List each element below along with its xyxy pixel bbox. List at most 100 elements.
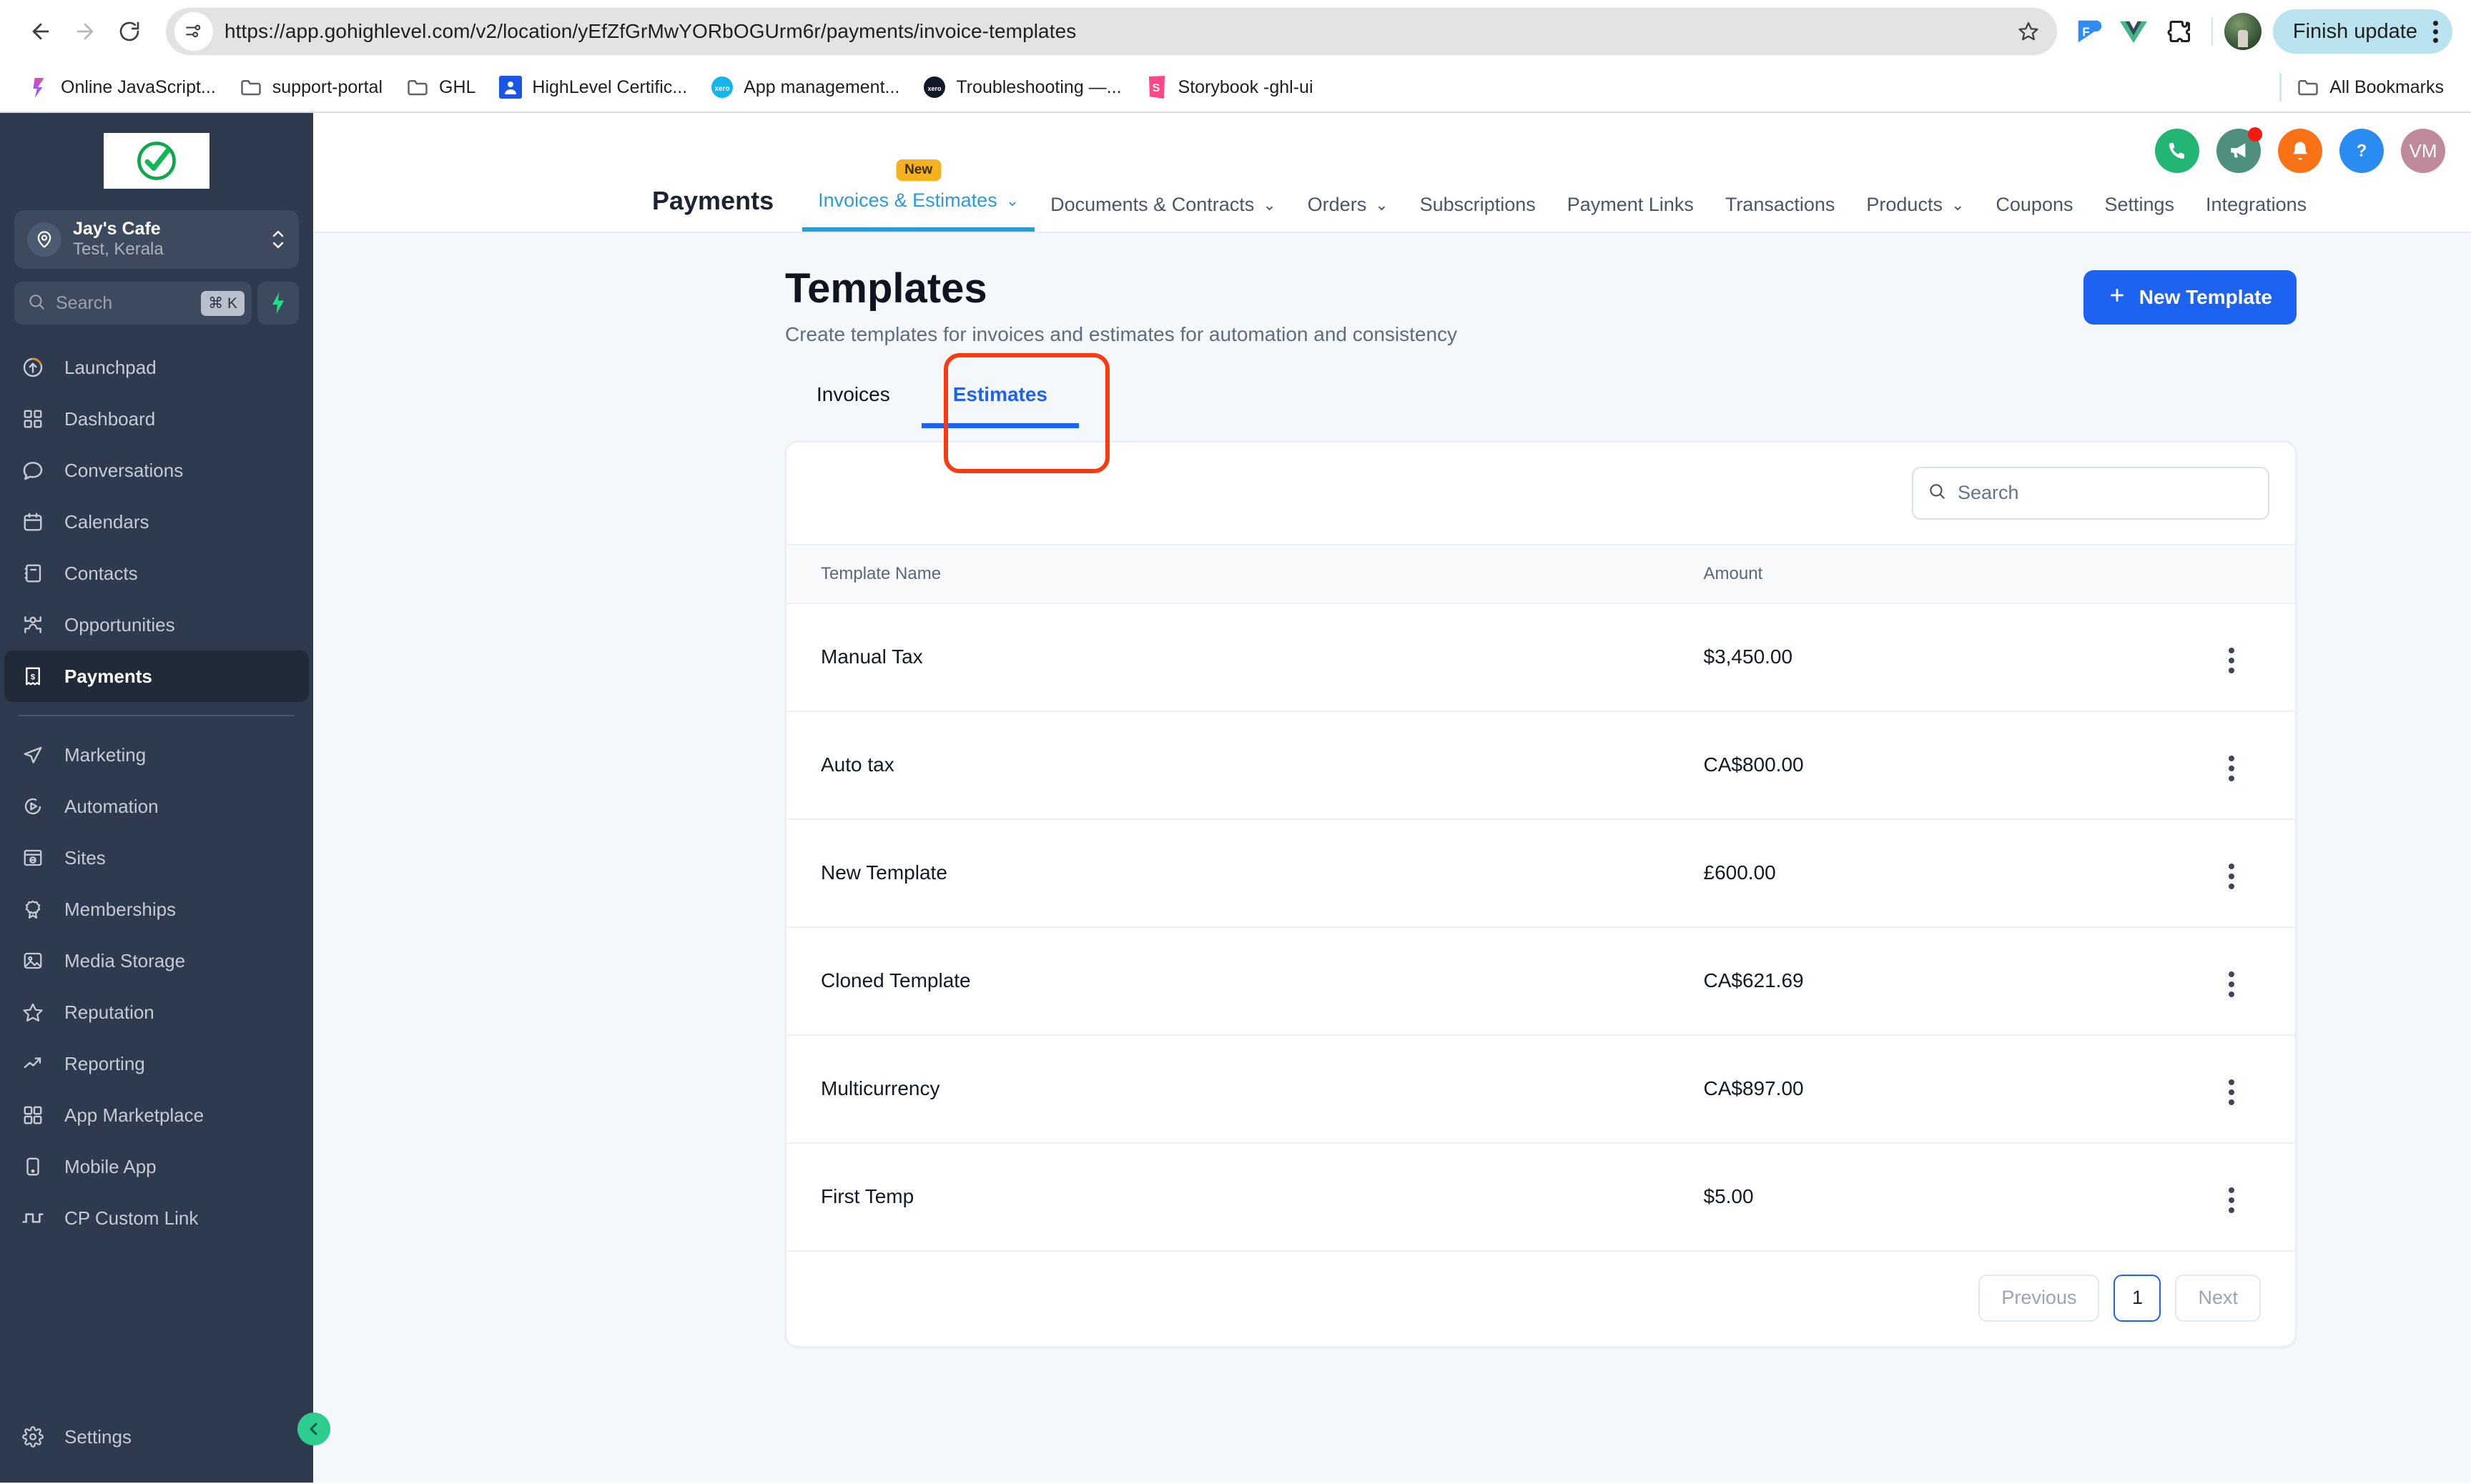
cell-amount: $5.00 [1703,1185,1754,1208]
folder-icon [405,75,430,99]
tab-coupons[interactable]: Coupons [1980,194,2088,232]
tab-integrations[interactable]: Integrations [2190,194,2322,232]
tab-subscriptions[interactable]: Subscriptions [1404,194,1552,232]
search-input[interactable]: Search ⌘ K [14,282,252,325]
address-bar[interactable]: https://app.gohighlevel.com/v2/location/… [166,8,2057,55]
tab-payment-links[interactable]: Payment Links [1552,194,1710,232]
cell-actions [2202,926,2295,1036]
logo-wrap [0,113,313,203]
reload-icon[interactable] [107,9,152,54]
finish-update-button[interactable]: Finish update [2272,9,2452,54]
avatar[interactable] [2224,13,2262,50]
tab-estimates[interactable]: Estimates [921,383,1080,428]
pagination: Previous 1 Next [786,1250,2295,1346]
table-row[interactable]: Auto tax CA$800.00 [786,711,2295,820]
sidebar-item-label: App Marketplace [64,1104,204,1126]
forward-arrow-icon[interactable] [63,9,107,54]
tab-label: Payment Links [1567,194,1694,215]
sidebar-item-cp-custom-link[interactable]: CP Custom Link [0,1192,313,1244]
location-switcher[interactable]: Jay's Cafe Test, Kerala [14,210,299,269]
browser-window-icon [19,844,47,872]
sidebar-item-settings[interactable]: Settings [0,1411,313,1463]
bookmark-label: HighLevel Certific... [532,76,688,97]
kebab-menu-icon[interactable] [2223,642,2240,679]
all-bookmarks-area: All Bookmarks [2279,69,2455,105]
tab-orders[interactable]: Orders ⌄ [1292,194,1404,232]
search-icon [27,292,46,315]
svg-text:xero: xero [715,85,730,93]
chrome-menu-icon[interactable] [2427,20,2444,43]
sidebar-item-media-storage[interactable]: Media Storage [0,935,313,986]
sidebar-item-reporting[interactable]: Reporting [0,1038,313,1089]
table-row[interactable]: Manual Tax $3,450.00 [786,603,2295,712]
tab-transactions[interactable]: Transactions [1710,194,1851,232]
sidebar-item-contacts[interactable]: Contacts [0,548,313,599]
kebab-menu-icon[interactable] [2223,1074,2240,1111]
bookmark-item[interactable]: xero App management... [699,69,911,105]
bookmark-item[interactable]: GHL [394,69,487,105]
tab-label: Orders [1307,194,1367,215]
sidebar-item-app-marketplace[interactable]: App Marketplace [0,1089,313,1141]
cell-amount: £600.00 [1703,818,2202,928]
sidebar-item-automation[interactable]: Automation [0,781,313,832]
tab-products[interactable]: Products ⌄ [1850,194,1980,232]
tab-invoices[interactable]: Invoices [785,383,922,428]
table-row[interactable]: Cloned Template CA$621.69 [786,926,2295,1036]
previous-page-button[interactable]: Previous [1978,1274,2100,1322]
chevron-left-icon[interactable] [297,1413,330,1445]
cell-amount: CA$897.00 [1703,1034,2202,1144]
green-check-circle-logo[interactable] [104,133,209,189]
star-icon [19,998,47,1027]
tab-invoices-estimates[interactable]: New Invoices & Estimates ⌄ [802,159,1035,232]
custom-link-icon [19,1204,47,1232]
sidebar-item-calendars[interactable]: Calendars [0,496,313,548]
sidebar-item-marketing[interactable]: Marketing [0,729,313,781]
extensions-puzzle-icon[interactable] [2159,11,2200,52]
paper-plane-icon [19,741,47,769]
table-row[interactable]: Multicurrency CA$897.00 [786,1034,2295,1144]
figma-extension-icon[interactable]: F [2067,11,2109,52]
bookmark-item[interactable]: xero Troubleshooting —... [911,69,1133,105]
bookmark-item[interactable]: Online JavaScript... [16,69,227,105]
tab-label: Transactions [1725,194,1835,215]
sidebar-item-label: Launchpad [64,356,157,378]
tab-label: Invoices & Estimates [818,189,997,211]
bookmark-item[interactable]: S Storybook -ghl-ui [1133,69,1325,105]
bookmark-star-icon[interactable] [2010,13,2047,50]
lightning-bolt-icon[interactable] [257,282,299,325]
bookmark-item[interactable]: HighLevel Certific... [487,69,699,105]
next-page-button[interactable]: Next [2175,1274,2261,1322]
sidebar-item-mobile-app[interactable]: Mobile App [0,1141,313,1192]
vue-devtools-icon[interactable] [2113,11,2154,52]
sidebar-item-label: Reporting [64,1052,145,1074]
templates-card: Search Template Name Amount Manual Tax $… [785,440,2297,1347]
cell-actions [2202,818,2295,928]
table-body: Manual Tax $3,450.00 Auto tax CA$800.00 [786,603,2295,1250]
table-search-input[interactable]: Search [1912,466,2269,520]
all-bookmarks-button[interactable]: All Bookmarks [2296,69,2455,105]
site-settings-icon[interactable] [174,12,213,51]
sidebar-item-memberships[interactable]: Memberships [0,884,313,935]
new-template-label: New Template [2139,286,2272,308]
bookmark-item[interactable]: support-portal [227,69,394,105]
tab-documents-contracts[interactable]: Documents & Contracts ⌄ [1035,194,1292,232]
tab-settings[interactable]: Settings [2088,194,2190,232]
kebab-menu-icon[interactable] [2223,750,2240,787]
back-arrow-icon[interactable] [19,9,63,54]
sidebar-item-reputation[interactable]: Reputation [0,986,313,1038]
sidebar-item-payments[interactable]: $ Payments [4,651,309,702]
kebab-menu-icon[interactable] [2223,1182,2240,1219]
sidebar-item-launchpad[interactable]: Launchpad [0,342,313,393]
sidebar-item-dashboard[interactable]: Dashboard [0,393,313,445]
page-number-button[interactable]: 1 [2114,1274,2161,1322]
sidebar-divider [19,715,295,716]
new-badge: New [896,159,942,181]
kebab-menu-icon[interactable] [2223,966,2240,1003]
sidebar-item-sites[interactable]: Sites [0,832,313,884]
sidebar-item-conversations[interactable]: Conversations [0,445,313,496]
sidebar-item-opportunities[interactable]: Opportunities [0,599,313,651]
table-row[interactable]: New Template £600.00 [786,818,2295,928]
table-row[interactable]: First Temp $5.00 [786,1143,2295,1250]
new-template-button[interactable]: New Template [2083,270,2297,325]
kebab-menu-icon[interactable] [2223,858,2240,895]
